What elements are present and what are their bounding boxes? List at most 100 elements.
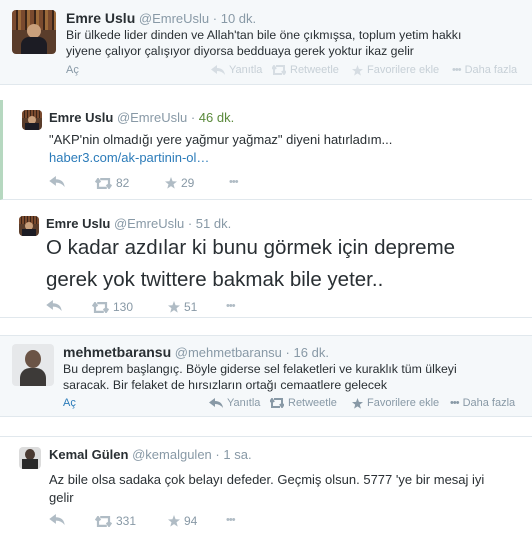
tweet-actions: 130 51 ••• (0, 300, 532, 314)
avatar[interactable] (22, 110, 42, 130)
tweet-actions: Yanıtla Retweetle Favorilere ekle ••• Da… (0, 397, 532, 411)
tweet-text-line: Az bile olsa sadaka çok belayı defeder. … (49, 472, 485, 487)
tweet-actions: Yanıtla Retweetle Favorilere ekle ••• Da… (0, 64, 532, 78)
retweet-button[interactable]: 130 (92, 300, 133, 314)
reply-icon (209, 398, 223, 408)
separator-dot: · (190, 110, 196, 125)
author-handle[interactable]: @EmreUslu (139, 11, 209, 26)
retweet-icon (95, 515, 112, 527)
tweet-text: Bu deprem başlangıç. Böyle giderse sel f… (63, 361, 457, 393)
tweet-text: Az bile olsa sadaka çok belayı defeder. … (49, 471, 484, 507)
author-name[interactable]: mehmetbaransu (63, 344, 171, 360)
tweet-text: O kadar azdılar ki bunu görmek için depr… (46, 232, 455, 296)
tweet-text-line: "AKP'nin olmadığı yere yağmur yağmaz" di… (49, 132, 393, 147)
retweet-button[interactable]: Retweetle (270, 397, 337, 409)
timestamp[interactable]: 46 dk. (199, 110, 234, 125)
tweet-text-line: Bu deprem başlangıç. Böyle giderse sel f… (63, 362, 457, 376)
tweet-actions: 331 94 ••• (0, 514, 532, 528)
retweet-label: Retweetle (290, 64, 339, 76)
author-handle[interactable]: @mehmetbaransu (175, 345, 282, 360)
star-icon (165, 177, 177, 189)
tweet-text-line: gelir (49, 490, 74, 505)
star-icon (352, 397, 363, 409)
tweet-text-line: yiyene çalıyor çalışıyor diyorsa bedduay… (66, 44, 414, 58)
more-dots-icon: ••• (450, 397, 460, 409)
reply-button[interactable]: Yanıtla (211, 64, 262, 76)
favorite-button[interactable]: Favorilere ekle (352, 64, 439, 76)
reply-button[interactable] (49, 514, 65, 525)
retweet-count: 82 (116, 176, 130, 190)
more-dots-icon: ••• (452, 64, 462, 76)
timestamp[interactable]: 16 dk. (294, 345, 329, 360)
avatar[interactable] (12, 10, 56, 54)
retweet-label: Retweetle (288, 397, 337, 409)
reply-icon (49, 514, 65, 525)
more-button[interactable]: ••• Daha fazla (450, 397, 515, 409)
separator-dot: · (215, 447, 220, 462)
star-icon (352, 64, 363, 76)
reply-label: Yanıtla (227, 397, 261, 409)
author-handle[interactable]: @kemalgulen (132, 447, 212, 462)
retweet-button[interactable]: 82 (95, 176, 129, 190)
tweet-card[interactable]: Kemal Gülen @kemalgulen · 1 sa. Az bile … (0, 436, 532, 545)
reply-button[interactable]: Yanıtla (209, 397, 260, 409)
retweet-button[interactable]: Retweetle (272, 64, 339, 76)
tweet-card[interactable]: Emre Uslu @EmreUslu · 46 dk. "AKP'nin ol… (0, 100, 532, 200)
author-name[interactable]: Emre Uslu (46, 216, 110, 231)
timestamp[interactable]: 51 dk. (196, 216, 231, 231)
separator-dot: · (212, 11, 218, 26)
star-icon (168, 515, 180, 527)
author-handle[interactable]: @EmreUslu (114, 216, 184, 231)
reply-button[interactable] (49, 176, 65, 187)
favorite-label: Favorilere ekle (367, 397, 440, 409)
more-button[interactable]: ••• (226, 300, 236, 312)
tweet-text-line: Bir ülkede lider dinden ve Allah'tan bil… (66, 28, 462, 42)
retweet-icon (95, 177, 112, 189)
favorite-button[interactable]: 94 (168, 514, 197, 528)
author-name[interactable]: Emre Uslu (66, 10, 135, 26)
tweet-card[interactable]: Emre Uslu @EmreUslu · 51 dk. O kadar azd… (0, 208, 532, 318)
avatar[interactable] (19, 216, 39, 236)
retweet-button[interactable]: 331 (95, 514, 136, 528)
tweet-card[interactable]: mehmetbaransu @mehmetbaransu · 16 dk. Bu… (0, 335, 532, 417)
separator-dot: · (187, 216, 193, 231)
more-label: Daha fazla (464, 64, 518, 76)
tweet-text: "AKP'nin olmadığı yere yağmur yağmaz" di… (49, 131, 392, 167)
favorite-button[interactable]: Favorilere ekle (352, 397, 439, 409)
more-button[interactable]: ••• (229, 176, 239, 188)
avatar[interactable] (12, 344, 54, 386)
tweet-text-line: gerek yok twittere bakmak bile yeter.. (46, 268, 384, 291)
avatar[interactable] (19, 447, 41, 469)
tweet-card[interactable]: Emre Uslu @EmreUslu · 10 dk. Bir ülkede … (0, 0, 532, 85)
favorite-count: 94 (184, 514, 198, 528)
reply-icon (211, 65, 225, 75)
reply-icon (49, 176, 65, 187)
reply-label: Yanıtla (229, 64, 263, 76)
author-name[interactable]: Emre Uslu (49, 110, 113, 125)
author-name[interactable]: Kemal Gülen (49, 447, 128, 462)
tweet-text: Bir ülkede lider dinden ve Allah'tan bil… (66, 27, 461, 59)
reply-button[interactable] (46, 300, 62, 311)
favorite-count: 51 (184, 300, 198, 314)
retweet-count: 130 (113, 300, 134, 314)
tweet-text-line: O kadar azdılar ki bunu görmek için depr… (46, 236, 456, 259)
favorite-button[interactable]: 29 (165, 176, 194, 190)
author-handle[interactable]: @EmreUslu (117, 110, 187, 125)
timestamp[interactable]: 10 dk. (221, 11, 256, 26)
more-button[interactable]: ••• (226, 514, 236, 526)
separator-dot: · (285, 345, 290, 360)
star-icon (168, 301, 180, 313)
tweet-link[interactable]: haber3.com/ak-partinin-ol… (49, 149, 392, 167)
retweet-icon (270, 398, 284, 408)
tweet-text-line: saracak. Bir felaket de hırsızların orta… (63, 378, 387, 392)
more-dots-icon: ••• (229, 176, 239, 188)
favorite-label: Favorilere ekle (367, 64, 440, 76)
more-dots-icon: ••• (226, 514, 236, 526)
reply-icon (46, 300, 62, 311)
favorite-count: 29 (181, 176, 195, 190)
retweet-count: 331 (116, 514, 137, 528)
tweet-actions: 82 29 ••• (3, 176, 532, 190)
more-button[interactable]: ••• Daha fazla (452, 64, 517, 76)
timestamp[interactable]: 1 sa. (223, 447, 251, 462)
favorite-button[interactable]: 51 (168, 300, 197, 314)
